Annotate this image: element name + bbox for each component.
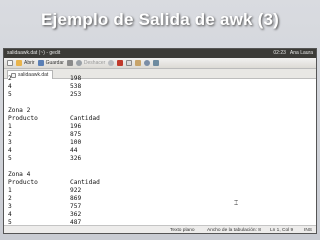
editor-line-col1: 2 <box>8 195 12 202</box>
editor-line-col1: Zona 2 <box>8 107 31 114</box>
print-button[interactable] <box>66 60 73 66</box>
editor-line: 1 196 <box>8 123 81 131</box>
slide-title: Ejemplo de Salida de awk (3) <box>40 10 279 29</box>
editor-line: 2 869 <box>8 195 81 203</box>
editor-line-col1: Zona 4 <box>8 171 31 178</box>
editor-line-col2: Cantidad <box>70 179 100 186</box>
new-document-icon <box>7 60 13 66</box>
copy-button[interactable] <box>126 60 133 66</box>
editor-line-col1: 3 <box>8 139 12 146</box>
editor-line: Zona 2 <box>8 107 30 115</box>
open-button[interactable]: Abrir <box>16 58 35 69</box>
new-button[interactable] <box>7 60 13 66</box>
redo-icon <box>108 60 115 66</box>
copy-icon <box>126 60 133 66</box>
replace-button[interactable] <box>153 60 160 66</box>
status-bar: Texto plano Ancho de la tabulación: 8 Ln… <box>4 225 316 233</box>
replace-icon <box>153 60 160 66</box>
tab-label: salidaawk.dat <box>18 72 49 78</box>
editor-line-col2: 326 <box>70 155 82 162</box>
editor-line-col1: 1 <box>8 123 12 130</box>
find-button[interactable] <box>144 60 151 66</box>
save-label: Guardar <box>45 59 64 66</box>
print-icon <box>66 60 73 66</box>
redo-button[interactable] <box>108 60 115 66</box>
text-editor[interactable]: 2 198 4 538 5 253 Zona 2 Producto Cantidad 1 196 2 8… <box>4 75 316 226</box>
insert-mode: INS <box>304 228 312 233</box>
window-title: salidaawk.dat (~) - gedit <box>7 50 61 56</box>
editor-line-col1: 5 <box>8 155 12 162</box>
editor-line-col2: 253 <box>70 91 82 98</box>
user-name[interactable]: Ana Laura <box>290 49 313 58</box>
editor-line-col1: 4 <box>8 147 12 154</box>
editor-line-col2: 922 <box>70 187 82 194</box>
editor-line: 5 253 <box>8 91 81 99</box>
editor-line-col1: Producto <box>8 179 38 186</box>
save-icon <box>37 60 44 66</box>
editor-line: 3 757 <box>8 203 81 211</box>
editor-line: 4 362 <box>8 211 81 219</box>
open-folder-icon <box>16 60 22 66</box>
editor-line-col2: 100 <box>70 139 82 146</box>
editor-line-col1: 2 <box>8 131 12 138</box>
editor-line: Producto Cantidad <box>8 179 100 187</box>
editor-line: 2 198 <box>8 75 81 83</box>
editor-line-col2: Cantidad <box>70 115 100 122</box>
undo-button[interactable]: Deshacer <box>75 58 106 69</box>
tab-width[interactable]: Ancho de la tabulación: 8 <box>207 226 261 233</box>
editor-line: Producto Cantidad <box>8 115 100 123</box>
editor-line: 1 922 <box>8 187 81 195</box>
editor-line-col2: 44 <box>70 147 78 154</box>
cursor-position: Ln 1, Col 9 <box>270 228 294 233</box>
editor-line-col2: 869 <box>70 195 82 202</box>
tab-salidaawk[interactable]: salidaawk.dat <box>7 70 54 79</box>
open-label: Abrir <box>24 59 35 66</box>
editor-line-col2: 362 <box>70 211 82 218</box>
editor-line-col1: 2 <box>8 75 12 82</box>
language-mode[interactable]: Texto plano <box>170 226 195 233</box>
mouse-cursor-icon: ⌶ <box>234 200 239 207</box>
editor-line-col1: Producto <box>8 115 38 122</box>
cut-button[interactable] <box>117 60 124 66</box>
tab-bar: salidaawk.dat <box>4 69 316 79</box>
editor-line-col1: 4 <box>8 211 12 218</box>
editor-line: 2 875 <box>8 131 81 139</box>
paste-button[interactable] <box>135 60 142 66</box>
editor-line-col1: 4 <box>8 83 12 90</box>
editor-line-col1: 1 <box>8 187 12 194</box>
main-toolbar: Abrir Guardar Deshacer <box>4 58 316 69</box>
save-button[interactable]: Guardar <box>37 58 64 69</box>
paste-icon <box>135 60 142 66</box>
editor-line-col1: 3 <box>8 203 12 210</box>
editor-line: 5 326 <box>8 155 81 163</box>
editor-line: 4 44 <box>8 147 77 155</box>
clock[interactable]: 02:23 <box>273 49 286 58</box>
editor-line-col2: 198 <box>70 75 82 82</box>
cut-icon <box>117 60 124 66</box>
undo-icon <box>75 60 82 66</box>
editor-line-col2: 196 <box>70 123 82 130</box>
find-icon <box>144 60 151 66</box>
editor-line: 4 538 <box>8 83 81 91</box>
undo-label: Deshacer <box>83 59 106 66</box>
editor-line-col2: 538 <box>70 83 82 90</box>
editor-line-col1: 5 <box>8 91 12 98</box>
gedit-window: salidaawk.dat (~) - gedit 02:23 Ana Laur… <box>3 48 317 234</box>
editor-line: 3 100 <box>8 139 81 147</box>
editor-line-col2: 875 <box>70 131 82 138</box>
editor-line: Zona 4 <box>8 171 30 179</box>
editor-line-col2: 757 <box>70 203 82 210</box>
